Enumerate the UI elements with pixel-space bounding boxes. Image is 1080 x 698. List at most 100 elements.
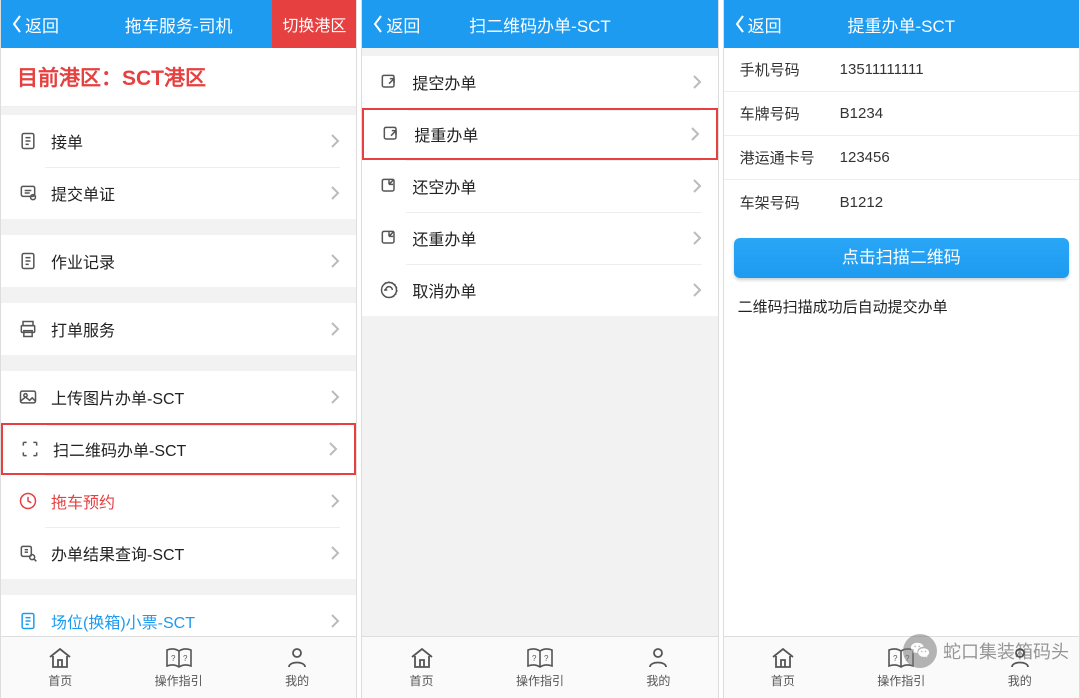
chevron-right-icon [330, 493, 340, 509]
chevron-right-icon [330, 253, 340, 269]
tab-guide[interactable]: ?? 操作指引 [481, 637, 599, 698]
doc-icon [17, 250, 39, 272]
action-item-cancel[interactable]: 取消办单 [362, 264, 717, 316]
field-chassis[interactable]: 车架号码B1212 [724, 180, 1079, 224]
action-label: 取消办单 [412, 278, 691, 302]
tab-home[interactable]: 首页 [362, 637, 480, 698]
field-label: 港运通卡号 [740, 147, 840, 168]
chevron-right-icon [692, 178, 702, 194]
menu-item-print-service[interactable]: 打单服务 [1, 303, 356, 355]
home-icon [770, 646, 796, 670]
field-label: 车牌号码 [740, 103, 840, 124]
svg-text:?: ? [544, 654, 549, 663]
tab-guide[interactable]: ?? 操作指引 [842, 637, 960, 698]
tab-home[interactable]: 首页 [724, 637, 842, 698]
chevron-right-icon [692, 74, 702, 90]
cancel-icon [378, 279, 400, 301]
menu-item-yard-ticket[interactable]: 场位(换箱)小票-SCT [1, 595, 356, 636]
back-button[interactable]: 返回 [1, 0, 69, 48]
screen-scan-qr: 返回 扫二维码办单-SCT 提空办单提重办单还空办单还重办单取消办单 首页 ??… [361, 0, 718, 698]
menu-label: 扫二维码办单-SCT [53, 437, 328, 461]
home-icon [47, 646, 73, 670]
svg-text:?: ? [183, 654, 188, 663]
menu-label: 接单 [51, 129, 330, 153]
topbar: 返回 拖车服务-司机 切换港区 [1, 0, 356, 48]
scan-hint: 二维码扫描成功后自动提交办单 [724, 288, 1079, 325]
screen-trailer-service: 返回 拖车服务-司机 切换港区 目前港区：SCT港区 接单提交单证作业记录打单服… [0, 0, 357, 698]
menu-item-accept[interactable]: 接单 [1, 115, 356, 167]
action-label: 还重办单 [412, 226, 691, 250]
arrow-out-icon [380, 123, 402, 145]
switch-port-button[interactable]: 切换港区 [272, 0, 356, 48]
tab-mine[interactable]: 我的 [599, 637, 717, 698]
field-phone[interactable]: 手机号码13511111111 [724, 48, 1079, 92]
tab-label: 操作指引 [155, 672, 203, 689]
arrow-out-icon [378, 71, 400, 93]
chevron-right-icon [330, 133, 340, 149]
chevron-right-icon [690, 126, 700, 142]
tab-guide[interactable]: ?? 操作指引 [119, 637, 237, 698]
content-area: 提空办单提重办单还空办单还重办单取消办单 [362, 48, 717, 636]
chevron-right-icon [692, 230, 702, 246]
action-item-return-empty[interactable]: 还空办单 [362, 160, 717, 212]
topbar: 返回 扫二维码办单-SCT [362, 0, 717, 48]
svg-text:?: ? [532, 654, 537, 663]
tabbar: 首页 ?? 操作指引 我的 [1, 636, 356, 698]
tab-label: 操作指引 [877, 672, 925, 689]
content-area: 手机号码13511111111车牌号码B1234港运通卡号123456车架号码B… [724, 48, 1079, 636]
svg-text:?: ? [893, 654, 898, 663]
image-icon [17, 386, 39, 408]
chevron-right-icon [330, 185, 340, 201]
tabbar: 首页 ?? 操作指引 我的 [362, 636, 717, 698]
tab-label: 我的 [646, 672, 670, 689]
field-plate[interactable]: 车牌号码B1234 [724, 92, 1079, 136]
tab-label: 首页 [410, 672, 434, 689]
action-label: 提重办单 [414, 122, 689, 146]
doc-icon [17, 130, 39, 152]
tab-label: 我的 [285, 672, 309, 689]
menu-item-trailer-booking[interactable]: 拖车预约 [1, 475, 356, 527]
menu-item-result-query[interactable]: 办单结果查询-SCT [1, 527, 356, 579]
menu-label: 提交单证 [51, 181, 330, 205]
field-value: 13511111111 [840, 61, 924, 78]
chevron-right-icon [330, 545, 340, 561]
back-label: 返回 [25, 12, 59, 37]
action-item-pickup-empty[interactable]: 提空办单 [362, 56, 717, 108]
cert-icon [17, 182, 39, 204]
chevron-left-icon [11, 14, 23, 34]
field-port-card[interactable]: 港运通卡号123456 [724, 136, 1079, 180]
chevron-right-icon [330, 613, 340, 629]
menu-label: 上传图片办单-SCT [51, 385, 330, 409]
menu-item-work-record[interactable]: 作业记录 [1, 235, 356, 287]
print-icon [17, 318, 39, 340]
tab-mine[interactable]: 我的 [961, 637, 1079, 698]
svg-text:?: ? [905, 654, 910, 663]
tab-mine[interactable]: 我的 [238, 637, 356, 698]
topbar: 返回 提重办单-SCT [724, 0, 1079, 48]
menu-label: 场位(换箱)小票-SCT [51, 609, 330, 633]
action-item-pickup-full[interactable]: 提重办单 [362, 108, 717, 160]
action-item-return-full[interactable]: 还重办单 [362, 212, 717, 264]
scan-qr-button[interactable]: 点击扫描二维码 [734, 238, 1069, 278]
person-icon [285, 646, 309, 670]
field-value: 123456 [840, 149, 890, 166]
chevron-right-icon [330, 389, 340, 405]
back-label: 返回 [386, 12, 420, 37]
menu-item-scan-qr[interactable]: 扫二维码办单-SCT [1, 423, 356, 475]
back-button[interactable]: 返回 [362, 0, 430, 48]
port-banner: 目前港区：SCT港区 [1, 48, 356, 107]
back-button[interactable]: 返回 [724, 0, 792, 48]
tab-label: 我的 [1008, 672, 1032, 689]
tabbar: 首页 ?? 操作指引 我的 [724, 636, 1079, 698]
menu-item-submit-cert[interactable]: 提交单证 [1, 167, 356, 219]
arrow-in-icon [378, 175, 400, 197]
doc-icon [17, 610, 39, 632]
chevron-right-icon [330, 321, 340, 337]
screen-pickup-full: 返回 提重办单-SCT 手机号码13511111111车牌号码B1234港运通卡… [723, 0, 1080, 698]
field-value: B1234 [840, 105, 883, 122]
menu-label: 拖车预约 [51, 489, 330, 513]
tab-home[interactable]: 首页 [1, 637, 119, 698]
scan-icon [19, 438, 41, 460]
tab-label: 首页 [48, 672, 72, 689]
menu-item-upload-image[interactable]: 上传图片办单-SCT [1, 371, 356, 423]
